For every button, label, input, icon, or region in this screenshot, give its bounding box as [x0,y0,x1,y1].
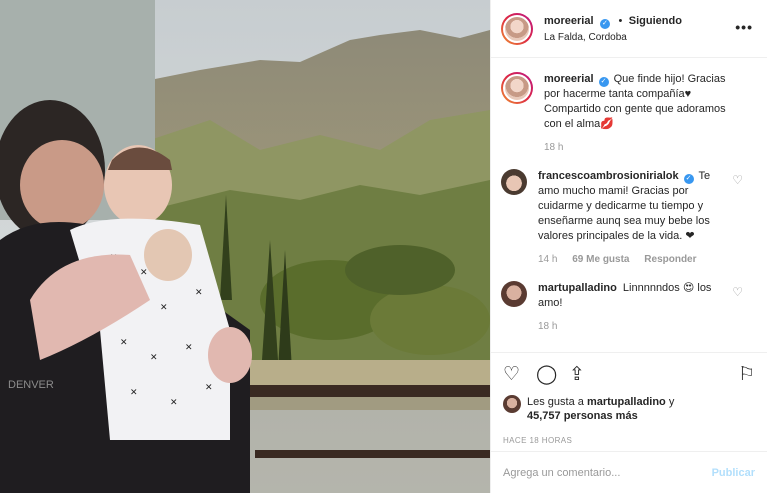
liker-avatar[interactable] [503,395,521,413]
liked-by-user[interactable]: martupalladino [587,396,666,408]
separator-dot: • [618,14,623,27]
svg-text:✕: ✕ [150,353,158,363]
caption-avatar[interactable] [501,72,533,104]
list-item: francescoambrosionirialok ✓ Te amo mucho … [501,169,757,267]
comment-likes[interactable]: 69 Me gusta [572,254,629,265]
svg-text:✕: ✕ [195,288,203,298]
like-heart-icon[interactable]: ♡ [503,363,520,386]
svg-text:✕: ✕ [160,303,168,313]
save-bookmark-icon[interactable]: ⚐ [738,363,755,386]
comment-time[interactable]: 18 h [538,321,557,332]
photo-illustration: DENVER ✕✕✕ ✕✕✕ ✕✕✕ ✕✕✕ [0,0,490,493]
share-icon[interactable]: ⇪ [569,363,585,386]
svg-text:✕: ✕ [120,338,128,348]
comment-meta: 14 h 69 Me gusta Responder [538,252,728,267]
action-icons: ♡ ◯ ⇪ ⚐ [503,361,755,391]
post-photo[interactable]: DENVER ✕✕✕ ✕✕✕ ✕✕✕ ✕✕✕ [0,0,490,493]
like-comment-heart-icon[interactable]: ♡ [732,173,743,187]
caption-comment: moreerial ✓ Que finde hijo! Gracias por h… [501,72,757,155]
post-header: moreerial ✓ • Siguiendo La Falda, Cordob… [491,0,767,58]
list-item: martupalladino Linnnnndos 😍 los amo! 18 … [501,281,757,334]
likes-count[interactable]: 45,757 personas más [527,410,638,422]
post-details-panel: moreerial ✓ • Siguiendo La Falda, Cordob… [490,0,767,493]
header-text: moreerial ✓ • Siguiendo La Falda, Cordob… [544,13,682,45]
author-username[interactable]: moreerial [544,15,594,27]
svg-text:✕: ✕ [170,398,178,408]
liked-by-suffix: y [668,396,675,408]
post-time-ago[interactable]: HACE 18 HORAS [503,436,755,445]
more-options-icon[interactable]: ••• [735,19,753,35]
comment-username[interactable]: francescoambrosionirialok [538,170,679,182]
comment-meta: 18 h [538,319,728,334]
publish-button[interactable]: Publicar [712,467,755,479]
reply-button[interactable]: Responder [644,254,696,265]
add-comment-bar: Publicar [491,451,767,493]
comment-icon[interactable]: ◯ [536,363,557,386]
verified-icon: ✓ [683,174,694,184]
comment-time[interactable]: 14 h [538,254,557,265]
comment-input[interactable] [503,466,712,479]
shirt-text: DENVER [8,379,54,391]
post-location[interactable]: La Falda, Cordoba [544,31,682,45]
like-comment-heart-icon[interactable]: ♡ [732,285,743,299]
comments-list[interactable]: moreerial ✓ Que finde hijo! Gracias por h… [491,59,767,350]
comment-username[interactable]: martupalladino [538,282,617,294]
commenter-avatar[interactable] [501,281,527,307]
likes-summary: Les gusta a martupalladino y 45,757 pers… [503,395,755,423]
svg-text:✕: ✕ [130,388,138,398]
commenter-avatar[interactable] [501,169,527,195]
comment-username[interactable]: moreerial [544,73,594,85]
svg-text:✕: ✕ [185,343,193,353]
comment-time[interactable]: 18 h [544,142,563,153]
liked-by-prefix: Les gusta a [527,396,584,408]
comment-meta: 18 h [544,140,734,155]
svg-text:✕: ✕ [205,383,213,393]
verified-icon: ✓ [598,77,609,87]
svg-text:✕: ✕ [140,268,148,278]
verified-icon: ✓ [599,18,610,29]
author-avatar[interactable] [501,12,533,45]
following-button[interactable]: Siguiendo [629,15,682,27]
post-actions: ♡ ◯ ⇪ ⚐ Les gusta a martupalladino y 45,… [491,352,767,452]
